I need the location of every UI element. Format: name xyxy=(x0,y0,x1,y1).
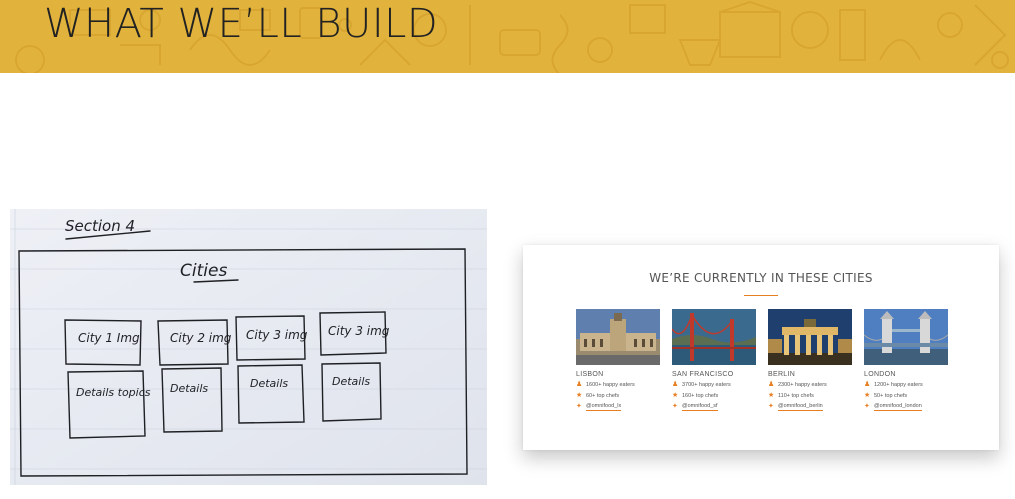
cities-card: WE’RE CURRENTLY IN THESE CITIES LISBON ♟… xyxy=(523,245,999,450)
lisbon-photo xyxy=(576,309,660,365)
sketch-drawing: Section 4 Cities City 1 Img City 2 img C… xyxy=(10,209,487,485)
chefs-count: 160+ top chefs xyxy=(682,393,719,399)
eaters-row: ♟ 3700+ happy eaters xyxy=(672,381,756,389)
sketch-section-label: Section 4 xyxy=(65,217,135,235)
person-icon: ♟ xyxy=(768,381,775,388)
sketch-box-label: Details topics xyxy=(76,386,151,399)
eaters-row: ♟ 2300+ happy eaters xyxy=(768,381,852,389)
twitter-link[interactable]: @omnifood_berlin xyxy=(778,403,823,411)
city-london: LONDON ♟ 1200+ happy eaters ★ 50+ top chef… xyxy=(864,309,948,411)
city-lisbon: LISBON ♟ 1600+ happy eaters ★ 60+ top chef… xyxy=(576,309,660,411)
twitter-row: ✦ @omnifood_london xyxy=(864,403,948,411)
london-photo xyxy=(864,309,948,365)
twitter-row: ✦ @omnifood_sf xyxy=(672,403,756,411)
chefs-count: 110+ top chefs xyxy=(778,393,814,399)
berlin-photo xyxy=(768,309,852,365)
chefs-row: ★ 60+ top chefs xyxy=(576,392,660,400)
twitter-row: ✦ @omnifood_lx xyxy=(576,403,660,411)
star-icon: ★ xyxy=(864,392,871,399)
city-berlin: BERLIN ♟ 2300+ happy eaters ★ 110+ top che… xyxy=(768,309,852,411)
star-icon: ★ xyxy=(576,392,583,399)
eaters-count: 2300+ happy eaters xyxy=(778,382,827,388)
twitter-icon: ✦ xyxy=(672,403,678,410)
city-name: LISBON xyxy=(576,371,604,378)
twitter-icon: ✦ xyxy=(768,403,774,410)
chefs-row: ★ 160+ top chefs xyxy=(672,392,756,400)
slide-header: WHAT WE’LL BUILD xyxy=(0,0,1015,73)
chefs-count: 60+ top chefs xyxy=(586,393,620,399)
star-icon: ★ xyxy=(672,392,679,399)
eaters-row: ♟ 1200+ happy eaters xyxy=(864,381,948,389)
sketch-box-label: Details xyxy=(170,382,208,395)
city-name: SAN FRANCISCO xyxy=(672,371,734,378)
eaters-count: 1200+ happy eaters xyxy=(874,382,923,388)
person-icon: ♟ xyxy=(864,381,871,388)
sketch-box-label: Details xyxy=(250,377,288,390)
city-san-francisco: SAN FRANCISCO ♟ 3700+ happy eaters ★ 160+ … xyxy=(672,309,756,411)
wireframe-sketch-photo: Section 4 Cities City 1 Img City 2 img C… xyxy=(10,209,487,485)
san-francisco-photo xyxy=(672,309,756,365)
cities-heading: WE’RE CURRENTLY IN THESE CITIES xyxy=(649,271,873,285)
sketch-heading: Cities xyxy=(180,261,227,281)
sketch-box-label: City 3 img xyxy=(246,328,308,342)
eaters-count: 3700+ happy eaters xyxy=(682,382,731,388)
heading-underline xyxy=(744,295,778,296)
chefs-count: 50+ top chefs xyxy=(874,393,908,399)
sketch-box-label: City 1 Img xyxy=(78,331,140,345)
twitter-row: ✦ @omnifood_berlin xyxy=(768,403,852,411)
city-name: BERLIN xyxy=(768,371,796,378)
sketch-box-label: City 2 img xyxy=(170,331,232,345)
twitter-icon: ✦ xyxy=(864,403,870,410)
star-icon: ★ xyxy=(768,392,775,399)
person-icon: ♟ xyxy=(672,381,679,388)
city-name: LONDON xyxy=(864,371,896,378)
chefs-row: ★ 50+ top chefs xyxy=(864,392,948,400)
eaters-row: ♟ 1600+ happy eaters xyxy=(576,381,660,389)
eaters-count: 1600+ happy eaters xyxy=(586,382,635,388)
sketch-box-label: Details xyxy=(332,375,370,388)
chefs-row: ★ 110+ top chefs xyxy=(768,392,852,400)
twitter-icon: ✦ xyxy=(576,403,582,410)
sketch-box-label: City 3 img xyxy=(328,324,390,338)
twitter-link[interactable]: @omnifood_sf xyxy=(682,403,718,411)
twitter-link[interactable]: @omnifood_london xyxy=(874,403,922,411)
page-title: WHAT WE’LL BUILD xyxy=(44,1,439,47)
twitter-link[interactable]: @omnifood_lx xyxy=(586,403,622,411)
person-icon: ♟ xyxy=(576,381,583,388)
